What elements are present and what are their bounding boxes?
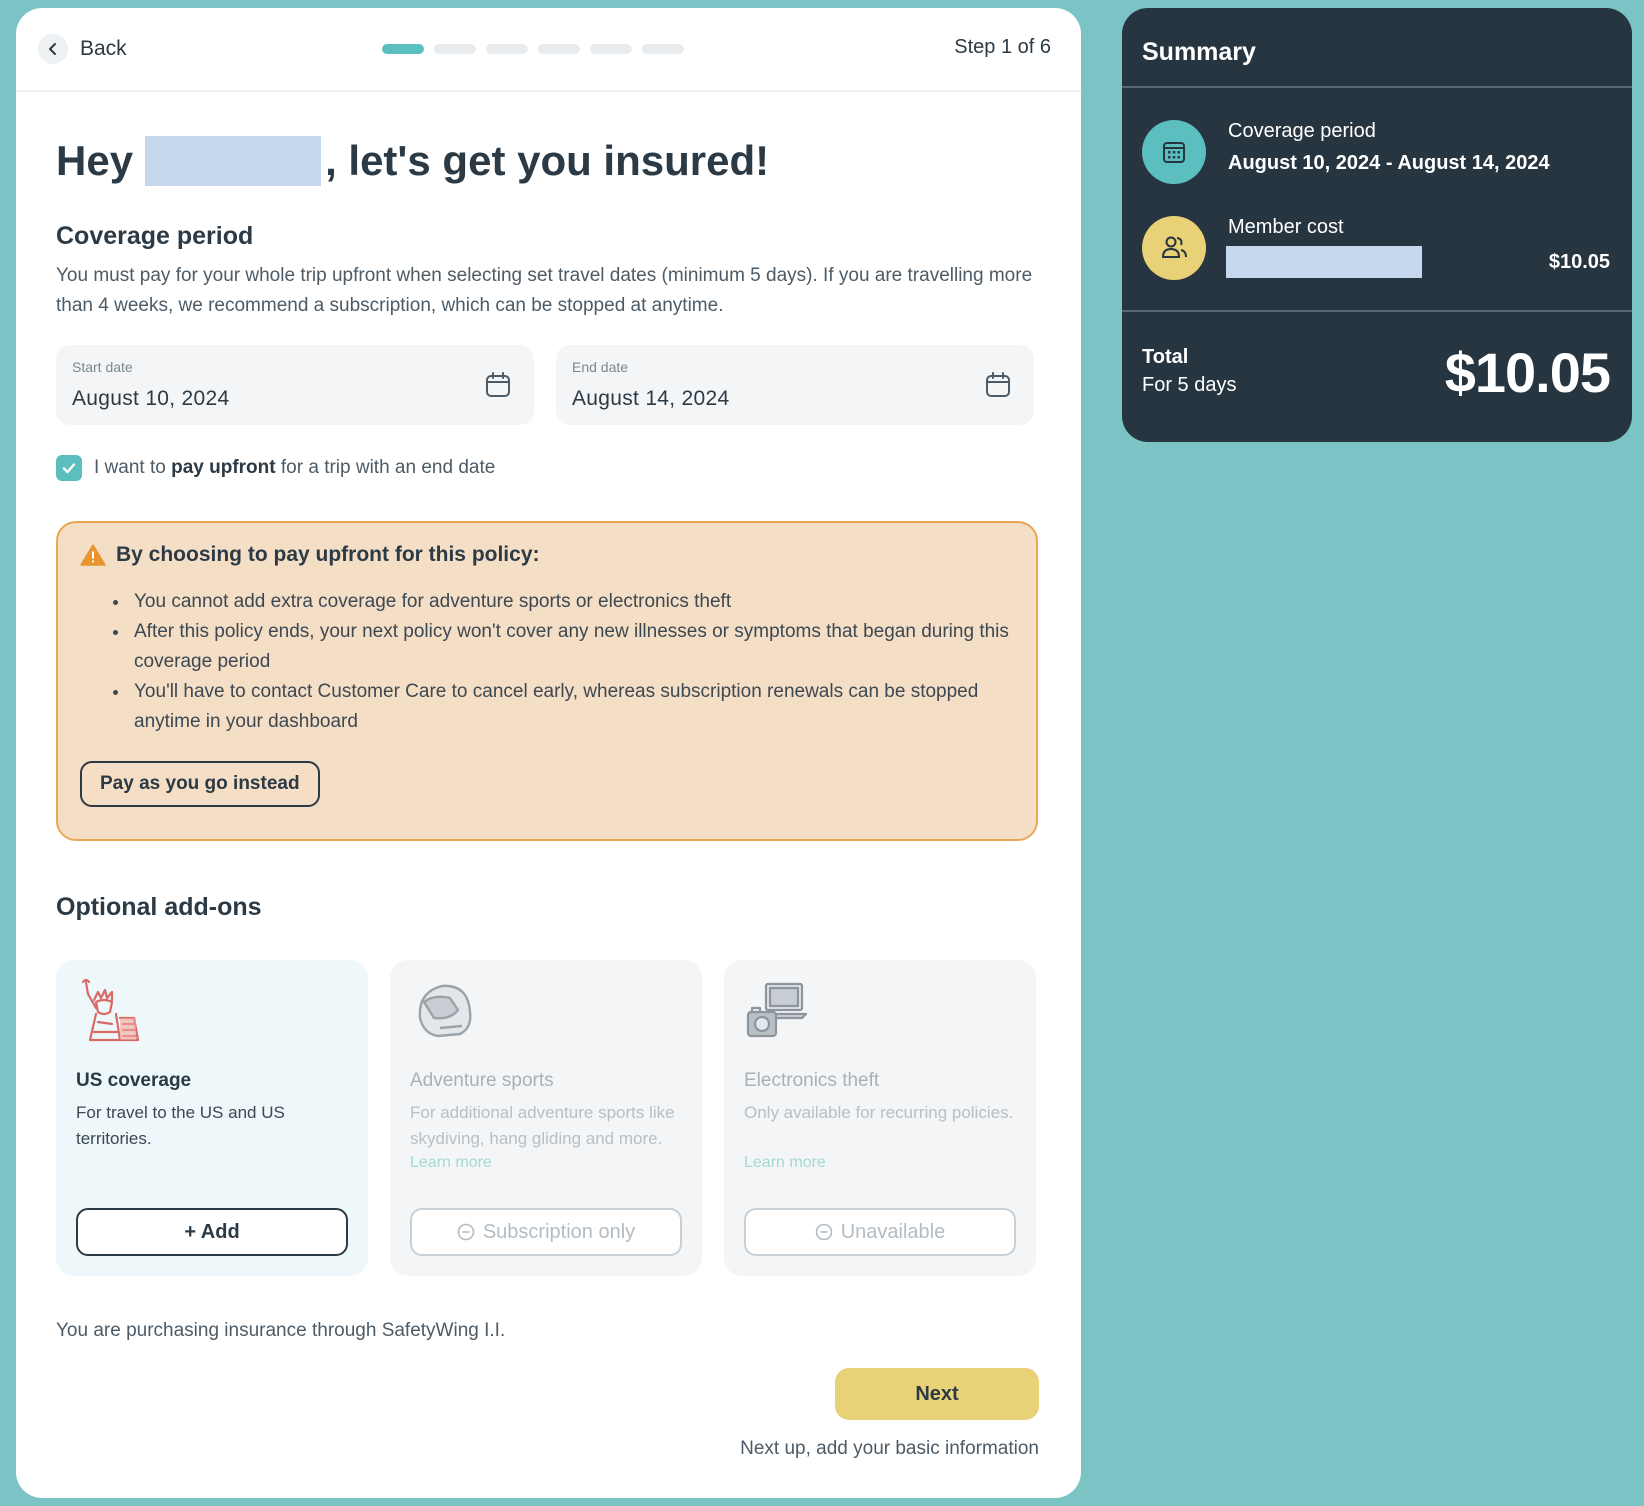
upfront-warning-box: By choosing to pay upfront for this poli… bbox=[56, 521, 1038, 841]
greeting-suffix: , let's get you insured! bbox=[325, 137, 770, 184]
summary-title: Summary bbox=[1122, 8, 1632, 88]
progress-segment bbox=[642, 44, 684, 54]
member-cost-value: $10.05 bbox=[1548, 251, 1610, 273]
calendar-icon bbox=[1142, 120, 1206, 184]
warning-item: After this policy ends, your next policy… bbox=[130, 617, 1014, 677]
unavailable-label: Unavailable bbox=[840, 1220, 946, 1243]
start-date-value: August 10, 2024 bbox=[72, 387, 230, 410]
warning-icon bbox=[80, 544, 106, 566]
statue-of-liberty-icon bbox=[76, 978, 348, 1050]
summary-member-row: Member cost bbox=[1142, 216, 1422, 280]
redacted-name bbox=[145, 136, 322, 186]
add-us-coverage-button[interactable]: + Add bbox=[76, 1208, 348, 1256]
progress-segment bbox=[538, 44, 580, 54]
electronics-icon bbox=[744, 978, 1016, 1050]
next-button[interactable]: Next bbox=[835, 1368, 1039, 1420]
step-indicator: Step 1 of 6 bbox=[954, 36, 1051, 58]
addon-name: Adventure sports bbox=[410, 1070, 554, 1091]
warning-item: You cannot add extra coverage for advent… bbox=[130, 587, 1014, 617]
pay-upfront-text-bold: pay upfront bbox=[171, 457, 276, 478]
warning-title: By choosing to pay upfront for this poli… bbox=[116, 543, 540, 566]
purchase-note: You are purchasing insurance through Saf… bbox=[56, 1320, 506, 1341]
warning-title-row: By choosing to pay upfront for this poli… bbox=[80, 543, 1014, 567]
pay-upfront-row: I want to pay upfront for a trip with an… bbox=[56, 455, 1041, 481]
minus-circle-icon bbox=[457, 1223, 475, 1241]
total-label: Total bbox=[1142, 346, 1189, 368]
summary-coverage-label: Coverage period bbox=[1228, 120, 1376, 142]
redacted-member-name bbox=[1226, 246, 1422, 278]
addons-title: Optional add-ons bbox=[56, 893, 262, 921]
progress-segment bbox=[590, 44, 632, 54]
start-date-label: Start date bbox=[72, 359, 133, 375]
summary-divider bbox=[1122, 310, 1632, 312]
start-date-field[interactable]: Start date August 10, 2024 bbox=[56, 345, 534, 425]
addon-name: US coverage bbox=[76, 1070, 192, 1091]
chevron-left-icon bbox=[38, 34, 68, 64]
greeting-prefix: Hey bbox=[56, 137, 134, 184]
subscription-only-button[interactable]: Subscription only bbox=[410, 1208, 682, 1256]
coverage-description: You must pay for your whole trip upfront… bbox=[56, 265, 1033, 316]
calendar-icon[interactable] bbox=[984, 371, 1012, 404]
pay-as-you-go-button[interactable]: Pay as you go instead bbox=[80, 761, 320, 807]
summary-coverage-row: Coverage period August 10, 2024 - August… bbox=[1142, 120, 1550, 184]
progress-segment bbox=[382, 44, 424, 54]
addon-us-coverage: US coverage For travel to the US and US … bbox=[56, 960, 368, 1276]
warning-list: You cannot add extra coverage for advent… bbox=[130, 587, 1014, 737]
pay-upfront-text-before: I want to bbox=[94, 457, 166, 478]
page-title: Hey , let's get you insured! bbox=[56, 136, 1041, 186]
back-button[interactable]: Back bbox=[38, 34, 127, 64]
progress-segment bbox=[486, 44, 528, 54]
unavailable-button[interactable]: Unavailable bbox=[744, 1208, 1016, 1256]
addon-name: Electronics theft bbox=[744, 1070, 880, 1091]
check-icon bbox=[62, 463, 76, 474]
summary-panel: Summary Coverage period August 10, 2024 … bbox=[1122, 8, 1632, 442]
back-label: Back bbox=[80, 37, 127, 60]
addons-list: US coverage For travel to the US and US … bbox=[56, 960, 1041, 1276]
minus-circle-icon bbox=[815, 1223, 833, 1241]
progress-segment bbox=[434, 44, 476, 54]
pay-upfront-text-after: for a trip with an end date bbox=[280, 457, 496, 478]
checkout-card: Back Step 1 of 6 Hey , let's get you ins… bbox=[16, 8, 1081, 1498]
users-icon bbox=[1142, 216, 1206, 280]
end-date-value: August 14, 2024 bbox=[572, 387, 730, 410]
total-amount: $10.05 bbox=[1444, 341, 1611, 404]
end-date-label: End date bbox=[572, 359, 629, 375]
pay-upfront-checkbox[interactable] bbox=[56, 455, 82, 481]
learn-more-link[interactable]: Learn more bbox=[744, 1154, 1016, 1172]
addon-description: For additional adventure sports like sky… bbox=[410, 1103, 675, 1148]
addon-adventure-sports: Adventure sports For additional adventur… bbox=[390, 960, 702, 1276]
summary-coverage-value: August 10, 2024 - August 14, 2024 bbox=[1228, 152, 1550, 174]
end-date-field[interactable]: End date August 14, 2024 bbox=[556, 345, 1034, 425]
addon-description: For travel to the US and US territories. bbox=[76, 1103, 285, 1148]
coverage-period-title: Coverage period bbox=[56, 222, 254, 250]
step-progress bbox=[382, 44, 684, 54]
learn-more-link[interactable]: Learn more bbox=[410, 1154, 682, 1172]
addon-electronics-theft: Electronics theft Only available for rec… bbox=[724, 960, 1036, 1276]
top-bar: Back Step 1 of 6 bbox=[16, 8, 1081, 92]
pay-upfront-label: I want to pay upfront for a trip with an… bbox=[94, 457, 495, 479]
helmet-icon bbox=[410, 978, 682, 1050]
total-duration: For 5 days bbox=[1142, 374, 1237, 396]
calendar-icon[interactable] bbox=[484, 371, 512, 404]
date-fields: Start date August 10, 2024 End date Augu… bbox=[56, 345, 1041, 425]
summary-member-label: Member cost bbox=[1228, 216, 1344, 238]
subscription-only-label: Subscription only bbox=[482, 1220, 636, 1243]
warning-item: You'll have to contact Customer Care to … bbox=[130, 677, 1014, 737]
next-step-note: Next up, add your basic information bbox=[740, 1438, 1039, 1459]
addon-description: Only available for recurring policies. bbox=[744, 1103, 1014, 1122]
